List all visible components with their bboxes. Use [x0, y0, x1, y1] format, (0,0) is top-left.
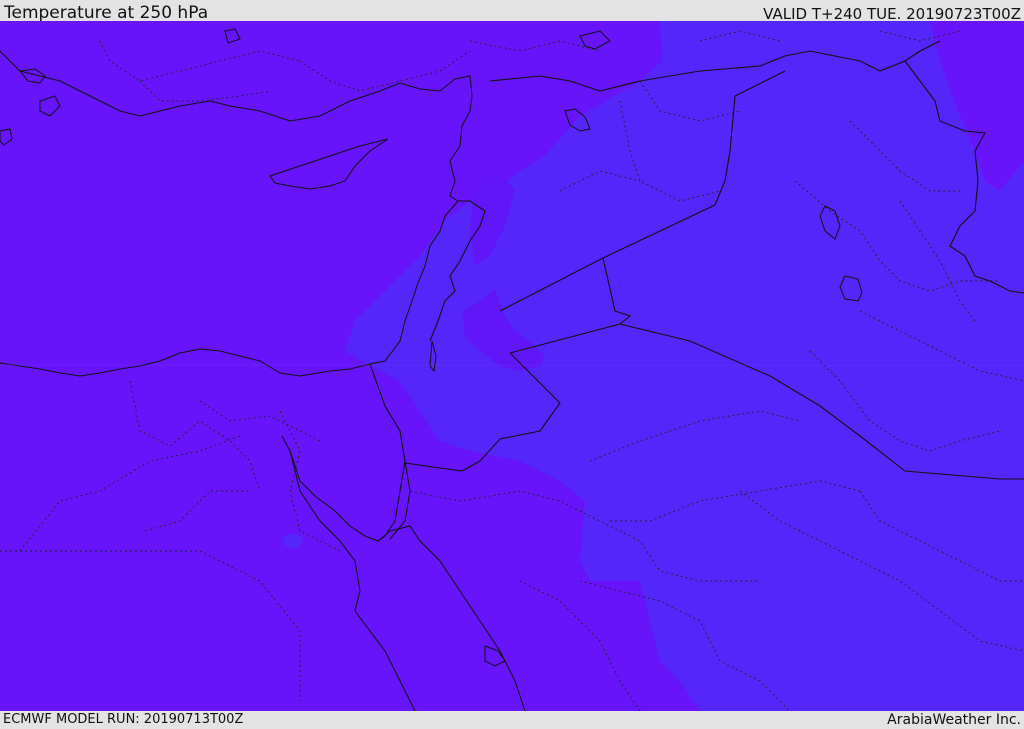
header-bar: Temperature at 250 hPa VALID T+240 TUE. … [0, 0, 1024, 23]
map-canvas[interactable] [0, 21, 1024, 711]
footer-bar: ECMWF MODEL RUN: 20190713T00Z ArabiaWeat… [0, 711, 1024, 729]
model-run-label: ECMWF MODEL RUN: 20190713T00Z [3, 712, 244, 727]
temperature-field-warm-patch [283, 534, 303, 548]
weather-map[interactable] [0, 21, 1024, 711]
map-title: Temperature at 250 hPa [4, 3, 209, 23]
brand-credit: ArabiaWeather Inc. [887, 712, 1021, 728]
